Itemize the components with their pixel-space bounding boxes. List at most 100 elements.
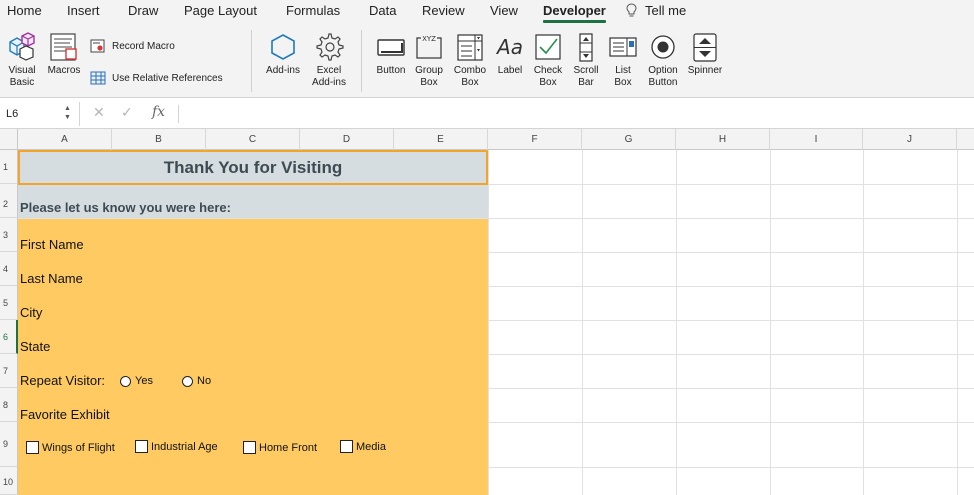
insert-function-fx-icon[interactable]: fx bbox=[152, 104, 165, 120]
button-control-button[interactable]: Button bbox=[372, 32, 410, 77]
row-header-1[interactable]: 1 bbox=[0, 150, 18, 184]
spinner-button[interactable]: Spinner bbox=[685, 32, 725, 77]
developer-ribbon: Visual Basic Macros Record Macro Use Rel… bbox=[0, 24, 974, 98]
row-header-5[interactable]: 5 bbox=[0, 286, 18, 320]
row-header-4[interactable]: 4 bbox=[0, 252, 18, 286]
gear-icon bbox=[316, 33, 344, 61]
column-header-j[interactable]: J bbox=[863, 129, 957, 150]
formula-bar-divider bbox=[178, 105, 179, 123]
grid-line bbox=[18, 218, 974, 219]
checkbox-home-front[interactable]: Home Front bbox=[243, 441, 317, 454]
scroll-bar-label-2: Bar bbox=[578, 77, 594, 88]
relative-references-button[interactable]: Use Relative References bbox=[90, 71, 223, 85]
visual-basic-label-2: Basic bbox=[9, 77, 35, 88]
checkbox-label: Wings of Flight bbox=[42, 441, 115, 454]
checkbox-label: Industrial Age bbox=[151, 440, 218, 453]
tell-me-box[interactable]: Tell me bbox=[626, 3, 686, 18]
row-header-9[interactable]: 9 bbox=[0, 422, 18, 467]
cancel-icon[interactable]: ✕ bbox=[93, 104, 105, 121]
record-macro-button[interactable]: Record Macro bbox=[90, 39, 175, 53]
column-header-i[interactable]: I bbox=[770, 129, 863, 150]
radio-yes-label: Yes bbox=[135, 375, 153, 387]
enter-check-icon[interactable]: ✓ bbox=[121, 104, 133, 121]
button-control-icon bbox=[377, 39, 405, 56]
option-button-label-2: Button bbox=[648, 77, 678, 88]
grid-line bbox=[488, 252, 974, 253]
radio-circle-icon bbox=[182, 375, 193, 387]
row-header-10[interactable]: 10 bbox=[0, 467, 18, 495]
column-header-f[interactable]: F bbox=[488, 129, 582, 150]
tab-data[interactable]: Data bbox=[369, 3, 396, 18]
combo-box-label-1: Combo bbox=[453, 65, 487, 76]
checkbox-square-icon bbox=[26, 441, 39, 454]
column-header-a[interactable]: A bbox=[18, 129, 112, 150]
grid-line bbox=[957, 150, 958, 495]
option-button-button[interactable]: Option Button bbox=[643, 32, 683, 89]
column-header-h[interactable]: H bbox=[676, 129, 770, 150]
repeat-visitor-label: Repeat Visitor: bbox=[20, 373, 106, 388]
checkbox-wings-of-flight[interactable]: Wings of Flight bbox=[26, 441, 115, 454]
record-macro-label: Record Macro bbox=[112, 40, 175, 52]
formula-bar: L6 ▲ ▼ ✕ ✓ fx bbox=[0, 99, 974, 129]
tab-formulas[interactable]: Formulas bbox=[286, 3, 340, 18]
radio-no-label: No bbox=[197, 375, 212, 387]
row-header-2[interactable]: 2 bbox=[0, 184, 18, 218]
grid-line bbox=[488, 388, 974, 389]
tab-developer[interactable]: Developer bbox=[543, 3, 606, 23]
column-header-b[interactable]: B bbox=[112, 129, 206, 150]
grid-line bbox=[488, 422, 974, 423]
select-all-corner[interactable] bbox=[0, 129, 18, 150]
group-box-label-1: Group bbox=[415, 65, 443, 76]
column-header-bar: A B C D E F G H I J bbox=[0, 129, 974, 150]
check-box-icon bbox=[535, 34, 561, 60]
grid-line bbox=[488, 354, 974, 355]
tab-review[interactable]: Review bbox=[422, 3, 465, 18]
macros-button[interactable]: Macros bbox=[45, 32, 83, 77]
name-box[interactable]: L6 ▲ ▼ bbox=[0, 102, 80, 126]
macros-icon bbox=[50, 33, 77, 61]
column-header-e[interactable]: E bbox=[394, 129, 488, 150]
row-header-8[interactable]: 8 bbox=[0, 388, 18, 422]
name-box-stepper-icon[interactable]: ▲ ▼ bbox=[64, 104, 71, 122]
checkbox-industrial-age[interactable]: Industrial Age bbox=[135, 440, 218, 453]
relative-references-label: Use Relative References bbox=[112, 72, 223, 84]
radio-yes[interactable]: Yes bbox=[120, 375, 153, 387]
group-box-glyph: XYZ bbox=[422, 35, 436, 43]
row-header-6[interactable]: 6 bbox=[0, 320, 18, 354]
tab-insert[interactable]: Insert bbox=[67, 3, 100, 18]
column-header-d[interactable]: D bbox=[300, 129, 394, 150]
scroll-bar-label-1: Scroll bbox=[573, 65, 599, 76]
sheet-title: Thank You for Visiting bbox=[163, 157, 343, 177]
visual-basic-button[interactable]: Visual Basic bbox=[5, 32, 39, 89]
tab-home[interactable]: Home bbox=[7, 3, 42, 18]
tab-page-layout[interactable]: Page Layout bbox=[184, 3, 257, 18]
relative-references-icon bbox=[90, 71, 106, 85]
list-box-label-2: Box bbox=[614, 77, 632, 88]
checkbox-square-icon bbox=[340, 440, 353, 453]
tell-me-label: Tell me bbox=[645, 3, 687, 18]
column-header-g[interactable]: G bbox=[582, 129, 676, 150]
row-header-3[interactable]: 3 bbox=[0, 218, 18, 252]
option-button-icon bbox=[651, 35, 675, 59]
worksheet-grid[interactable]: A B C D E F G H I J 1 2 3 4 5 6 7 8 9 10… bbox=[0, 129, 974, 495]
radio-no[interactable]: No bbox=[182, 375, 211, 387]
button-control-label: Button bbox=[376, 65, 406, 76]
check-box-button[interactable]: Check Box bbox=[530, 32, 566, 89]
label-control-button[interactable]: Aa Label bbox=[493, 32, 527, 77]
scroll-bar-button[interactable]: Scroll Bar bbox=[569, 32, 603, 89]
combo-box-button[interactable]: Combo Box bbox=[452, 32, 488, 89]
visual-basic-icon bbox=[9, 32, 35, 61]
scroll-bar-icon bbox=[579, 33, 593, 62]
tab-draw[interactable]: Draw bbox=[128, 3, 158, 18]
checkbox-media[interactable]: Media bbox=[340, 440, 386, 453]
add-ins-button[interactable]: Add-ins bbox=[262, 32, 304, 77]
excel-add-ins-button[interactable]: Excel Add-ins bbox=[307, 32, 351, 89]
title-cell[interactable]: Thank You for Visiting bbox=[18, 150, 488, 185]
tab-view[interactable]: View bbox=[490, 3, 518, 18]
list-box-button[interactable]: List Box bbox=[607, 32, 639, 89]
ribbon-separator bbox=[361, 30, 362, 92]
group-box-button[interactable]: XYZ Group Box bbox=[412, 32, 446, 89]
first-name-label: First Name bbox=[20, 237, 84, 252]
row-header-7[interactable]: 7 bbox=[0, 354, 18, 388]
column-header-c[interactable]: C bbox=[206, 129, 300, 150]
